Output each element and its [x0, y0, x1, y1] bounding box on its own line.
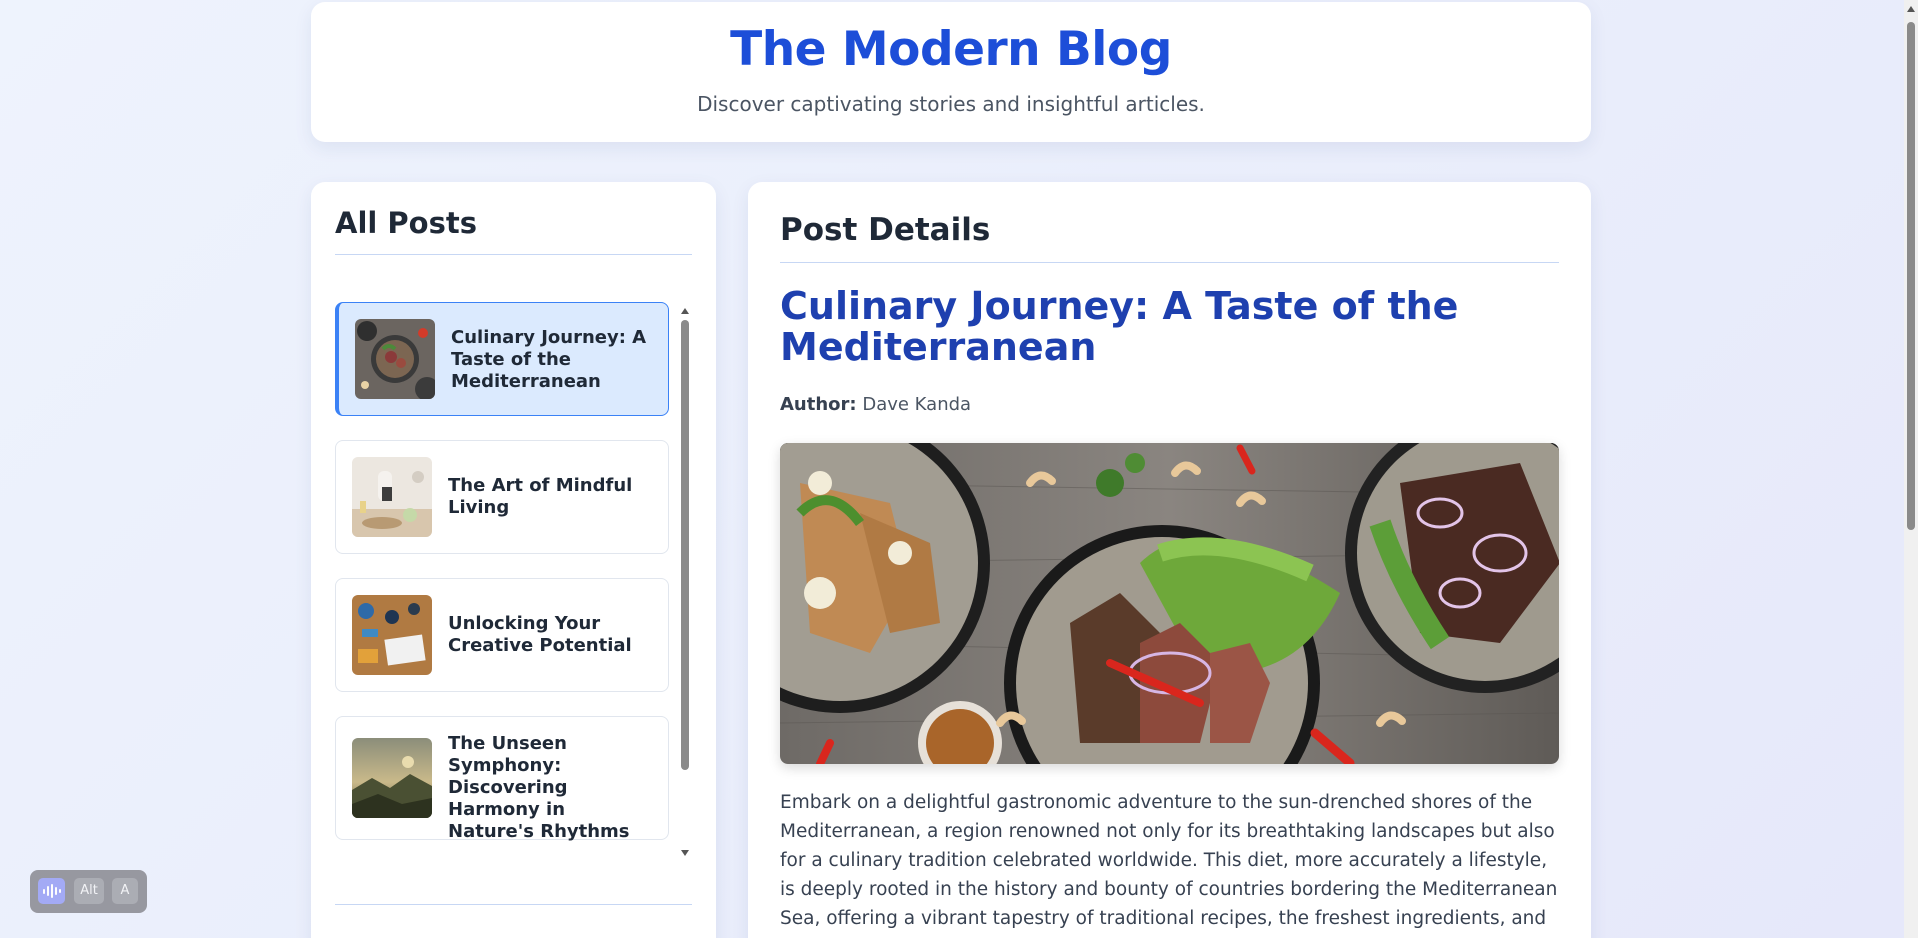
- posts-sidebar: All Posts Culinary Journey: A Taste of t…: [311, 182, 716, 938]
- author-name: Dave Kanda: [862, 394, 972, 415]
- a-button[interactable]: A: [112, 878, 138, 904]
- site-subtitle: Discover captivating stories and insight…: [697, 92, 1205, 116]
- post-title: Culinary Journey: A Taste of the Mediter…: [780, 284, 1459, 369]
- creative-desk-icon: [352, 595, 432, 675]
- site-title[interactable]: The Modern Blog: [311, 22, 1591, 77]
- page: The Modern Blog Discover captivating sto…: [0, 0, 1918, 938]
- author-line: Author: Dave Kanda: [780, 394, 971, 415]
- details-divider: [780, 262, 1559, 263]
- post-details: Post Details Culinary Journey: A Taste o…: [748, 182, 1591, 938]
- scroll-up-arrow-icon[interactable]: [1907, 6, 1915, 12]
- post-item-title: The Unseen Symphony: Discovering Harmony…: [448, 733, 630, 842]
- audio-wave-icon[interactable]: [38, 878, 65, 904]
- post-list[interactable]: Culinary Journey: A Taste of the Mediter…: [335, 302, 671, 862]
- author-label: Author:: [780, 394, 857, 415]
- details-heading: Post Details: [780, 212, 991, 248]
- page-scroll-thumb[interactable]: [1907, 22, 1915, 530]
- post-list-item[interactable]: Culinary Journey: A Taste of the Mediter…: [335, 302, 669, 416]
- sidebar-heading: All Posts: [335, 206, 477, 240]
- post-list-item[interactable]: The Art of Mindful Living: [335, 440, 669, 554]
- post-body: Embark on a delightful gastronomic adven…: [780, 792, 1558, 938]
- scroll-thumb[interactable]: [681, 320, 689, 770]
- accessibility-toolbar: Alt A: [30, 870, 147, 913]
- post-item-title: Unlocking Your Creative Potential: [448, 613, 632, 656]
- post-list-item[interactable]: The Unseen Symphony: Discovering Harmony…: [335, 716, 669, 842]
- alt-button[interactable]: Alt: [74, 878, 104, 904]
- sidebar-divider: [335, 254, 692, 255]
- sidebar-bottom-divider: [335, 904, 692, 905]
- post-list-scrollbar[interactable]: [678, 302, 692, 862]
- mindful-living-icon: [352, 457, 432, 537]
- scroll-down-arrow-icon[interactable]: [681, 850, 689, 856]
- post-item-title: The Art of Mindful Living: [448, 475, 633, 518]
- site-header: The Modern Blog Discover captivating sto…: [311, 2, 1591, 142]
- post-item-title: Culinary Journey: A Taste of the Mediter…: [451, 327, 647, 392]
- post-list-item[interactable]: Unlocking Your Creative Potential: [335, 578, 669, 692]
- nature-landscape-icon: [352, 738, 432, 818]
- mediterranean-food-icon: [355, 319, 435, 399]
- page-scrollbar[interactable]: [1904, 0, 1918, 938]
- scroll-up-arrow-icon[interactable]: [681, 308, 689, 314]
- mediterranean-dishes-photo: [780, 443, 1559, 764]
